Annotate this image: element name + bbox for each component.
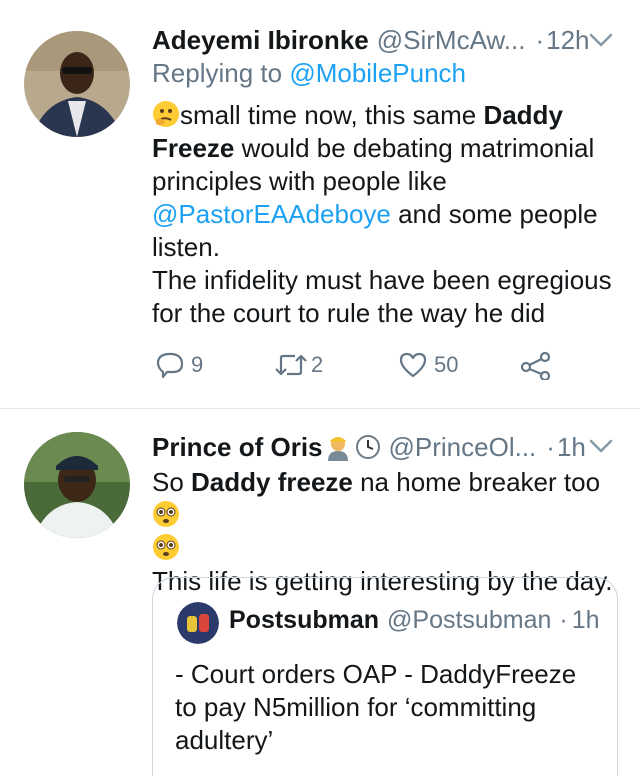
username[interactable]: @PrinceOl...	[389, 432, 537, 463]
avatar[interactable]	[24, 31, 130, 137]
heart-icon	[399, 352, 427, 378]
reply-mention-link[interactable]: @MobilePunch	[289, 58, 466, 88]
tweet-actions: 9 2 50	[0, 350, 640, 390]
quoted-text: - Court orders OAP - DaddyFreeze to pay …	[175, 659, 577, 755]
timestamp[interactable]: 12h	[546, 25, 589, 56]
tweet-text-part: small time now, this same	[180, 100, 484, 130]
quoted-username: @Postsubman	[387, 605, 552, 634]
username[interactable]: @SirMcAw...	[377, 25, 526, 56]
retweet-count: 2	[311, 352, 324, 377]
tweet-header: Adeyemi Ibironke @SirMcAw... · 12h	[152, 20, 590, 60]
reply-button[interactable]: 9	[155, 350, 203, 380]
tweet-2[interactable]: Prince of Oris @PrinceOl... · 1h So Dadd…	[0, 409, 640, 776]
retweet-button[interactable]: 2	[273, 350, 323, 380]
separator-dot: ·	[546, 431, 555, 462]
tweet-text-part: na home breaker too	[352, 467, 601, 497]
quoted-timestamp: 1h	[571, 605, 600, 634]
display-name[interactable]: Adeyemi Ibironke	[152, 25, 369, 56]
like-button[interactable]: 50	[398, 350, 458, 380]
thinking-face-emoji	[153, 101, 179, 127]
avatar[interactable]	[24, 432, 130, 538]
display-name[interactable]: Prince of Oris	[152, 432, 323, 463]
chevron-down-icon[interactable]	[588, 436, 614, 456]
like-count: 50	[434, 352, 459, 377]
tweet-text-part: So	[152, 467, 192, 497]
quoted-display-name: Postsubman	[229, 605, 380, 634]
chevron-down-icon[interactable]	[588, 30, 614, 50]
clock-emoji	[355, 435, 380, 459]
tweet-text-part: The infidelity must have been egregious …	[152, 265, 612, 328]
replying-to: Replying to @MobilePunch	[152, 58, 466, 89]
flushed-face-emoji	[153, 534, 179, 560]
quoted-header: Postsubman @Postsubman · 1h	[229, 602, 600, 638]
person-emoji	[327, 437, 348, 461]
replying-to-label: Replying to	[152, 58, 290, 88]
reply-count: 9	[191, 352, 204, 377]
tweet-text-bold: Daddy freeze	[191, 467, 353, 497]
quoted-avatar[interactable]	[177, 602, 219, 644]
tweet-text: small time now, this same Daddy Freeze w…	[152, 99, 622, 330]
share-button[interactable]	[520, 350, 552, 380]
timestamp[interactable]: 1h	[557, 432, 586, 463]
separator-dot: ·	[535, 24, 545, 55]
separator-dot: ·	[559, 605, 568, 634]
retweet-icon	[275, 354, 307, 376]
reply-icon	[156, 352, 184, 379]
mention-link[interactable]: @PastorEAAdeboye	[152, 199, 391, 229]
share-icon	[520, 351, 551, 380]
tweet-1[interactable]: Adeyemi Ibironke @SirMcAw... · 12h Reply…	[0, 0, 640, 408]
tweet-header: Prince of Oris @PrinceOl... · 1h	[152, 427, 586, 467]
quoted-tweet[interactable]: Postsubman @Postsubman · 1h - Court orde…	[152, 577, 618, 776]
flushed-face-emoji	[153, 501, 179, 527]
